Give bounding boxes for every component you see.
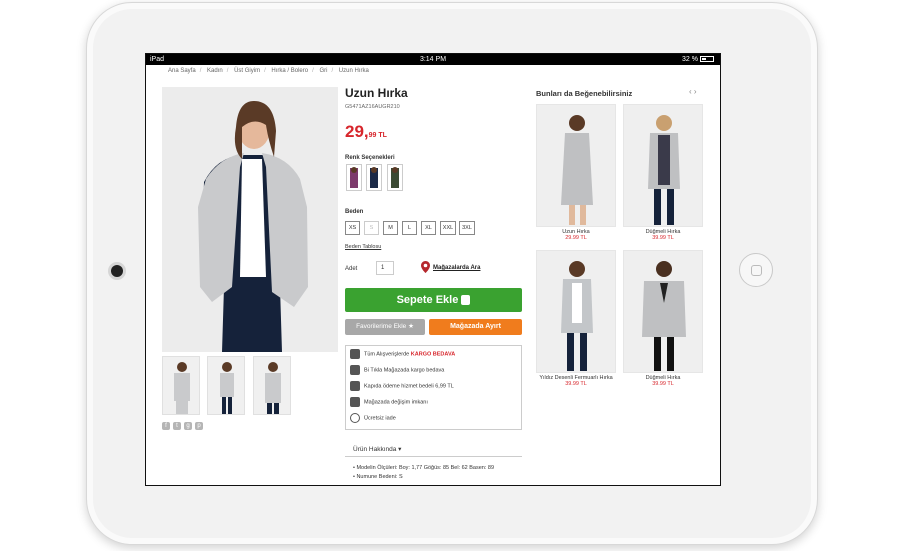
- home-square-icon: [751, 265, 762, 276]
- color-swatch[interactable]: [366, 164, 382, 191]
- size-option: S: [364, 221, 379, 235]
- recommendation-card[interactable]: Yıldız Desenli Fermuarlı Hırka 39.99 TL: [536, 250, 616, 387]
- recommendation-price: 29.99 TL: [565, 235, 587, 241]
- location-pin-icon: [421, 261, 430, 273]
- info-row: Tüm Alışverişlerde KARGO BEDAVA: [350, 349, 455, 360]
- camera-icon: [111, 265, 123, 277]
- exchange-icon: [350, 397, 360, 407]
- size-option[interactable]: XL: [421, 221, 436, 235]
- quantity-input[interactable]: 1: [376, 261, 394, 275]
- social-share: ftgp: [162, 420, 206, 430]
- breadcrumb-item[interactable]: Ana Sayfa: [168, 68, 196, 74]
- detail-line: • Modelin Ölçüleri: Boy: 1,77 Göğüs: 85 …: [353, 465, 495, 471]
- size-option[interactable]: XS: [345, 221, 360, 235]
- add-to-cart-label: Sepete Ekle: [396, 294, 459, 306]
- recommendations-nav[interactable]: ‹ ›: [689, 87, 697, 96]
- home-button[interactable]: [739, 253, 773, 287]
- detail-line: • Numune Bedeni: S: [353, 474, 403, 480]
- free-shipping-highlight: KARGO BEDAVA: [410, 351, 456, 358]
- size-option[interactable]: M: [383, 221, 398, 235]
- breadcrumb-item[interactable]: Uzun Hırka: [339, 68, 369, 74]
- info-row: Ücretsiz iade: [350, 413, 396, 424]
- product-about-toggle[interactable]: Ürün Hakkında ▾: [353, 445, 401, 453]
- battery-icon: [700, 56, 714, 63]
- product-sku: G5471AZ16AUGR210: [345, 104, 400, 110]
- battery-status: 32 %: [682, 54, 714, 65]
- recommendations-title: Bunları da Beğenebilirsiniz: [536, 89, 633, 98]
- color-swatch[interactable]: [346, 164, 362, 191]
- quantity-value: 1: [381, 265, 385, 271]
- color-swatch[interactable]: [387, 164, 403, 191]
- product-details: • Modelin Ölçüleri: Boy: 1,77 Göğüs: 85 …: [353, 464, 494, 482]
- add-to-cart-button[interactable]: Sepete Ekle: [345, 288, 522, 312]
- breadcrumb-item[interactable]: Gri: [319, 68, 327, 74]
- product-main-image[interactable]: [162, 87, 338, 352]
- size-option[interactable]: 3XL: [459, 221, 475, 235]
- size-label: Beden: [345, 209, 364, 215]
- return-icon: [350, 413, 360, 423]
- recommendation-price: 39.99 TL: [652, 381, 674, 387]
- size-option[interactable]: XXL: [440, 221, 456, 235]
- product-title: Uzun Hırka: [345, 86, 408, 100]
- recommendation-price: 39.99 TL: [565, 381, 587, 387]
- reserve-in-store-button[interactable]: Mağazada Ayırt: [429, 319, 522, 335]
- recommendation-card[interactable]: Uzun Hırka 29.99 TL: [536, 104, 616, 241]
- googleplus-icon[interactable]: g: [184, 422, 192, 430]
- colors-label: Renk Seçenekleri: [345, 155, 395, 161]
- info-row: Bi Tıkla Mağazada kargo bedava: [350, 365, 444, 376]
- breadcrumb-item[interactable]: Hırka / Bolero: [271, 68, 308, 74]
- store-search-link[interactable]: Mağazalarda Ara: [433, 265, 480, 271]
- info-text: Ücretsiz iade: [364, 415, 396, 422]
- recommendation-image[interactable]: [536, 250, 616, 373]
- clock: 3:14 PM: [419, 56, 447, 63]
- screen: iPad 3:14 PM 32 % Ana Sayfa / Kadın / Üst …: [145, 53, 721, 486]
- info-row: Kapıda ödeme hizmet bedeli 6,99 TL: [350, 381, 454, 392]
- info-text: Kapıda ödeme hizmet bedeli 6,99 TL: [364, 383, 454, 390]
- recommendation-image[interactable]: [623, 250, 703, 373]
- shopping-bag-icon: [461, 295, 471, 306]
- store-icon: [350, 365, 360, 375]
- cash-icon: [350, 381, 360, 391]
- recommendation-card[interactable]: Düğmeli Hırka 39.99 TL: [623, 104, 703, 241]
- recommendation-image[interactable]: [623, 104, 703, 227]
- info-text: Tüm Alışverişlerde: [364, 351, 410, 358]
- size-option[interactable]: L: [402, 221, 417, 235]
- shipping-info-box: Tüm Alışverişlerde KARGO BEDAVA Bi Tıkla…: [345, 345, 522, 430]
- breadcrumb: Ana Sayfa / Kadın / Üst Giyim / Hırka / Bol…: [168, 68, 369, 74]
- breadcrumb-item[interactable]: Üst Giyim: [234, 68, 260, 74]
- add-favorites-button[interactable]: Favorilerime Ekle ★: [345, 319, 425, 335]
- price-sub: 99 TL: [368, 132, 387, 139]
- thumbnail[interactable]: [207, 356, 245, 415]
- recommendation-card[interactable]: Düğmeli Hırka 39.99 TL: [623, 250, 703, 387]
- product-price: 29,99 TL: [345, 122, 387, 142]
- twitter-icon[interactable]: t: [173, 422, 181, 430]
- info-row: Mağazada değişim imkanı: [350, 397, 428, 408]
- thumbnail[interactable]: [253, 356, 291, 415]
- size-chart-link[interactable]: Beden Tablosu: [345, 244, 381, 250]
- info-text: Mağazada değişim imkanı: [364, 399, 428, 406]
- quantity-label: Adet: [345, 266, 358, 272]
- status-bar: iPad 3:14 PM 32 %: [146, 54, 720, 65]
- battery-percent: 32 %: [682, 56, 698, 63]
- truck-icon: [350, 349, 360, 359]
- divider: [345, 456, 522, 457]
- pinterest-icon[interactable]: p: [195, 422, 203, 430]
- recommendation-price: 39.99 TL: [652, 235, 674, 241]
- price-main: 29,: [345, 122, 369, 141]
- recommendation-image[interactable]: [536, 104, 616, 227]
- thumbnail[interactable]: [162, 356, 200, 415]
- breadcrumb-item[interactable]: Kadın: [207, 68, 223, 74]
- facebook-icon[interactable]: f: [162, 422, 170, 430]
- info-text: Bi Tıkla Mağazada kargo bedava: [364, 367, 445, 374]
